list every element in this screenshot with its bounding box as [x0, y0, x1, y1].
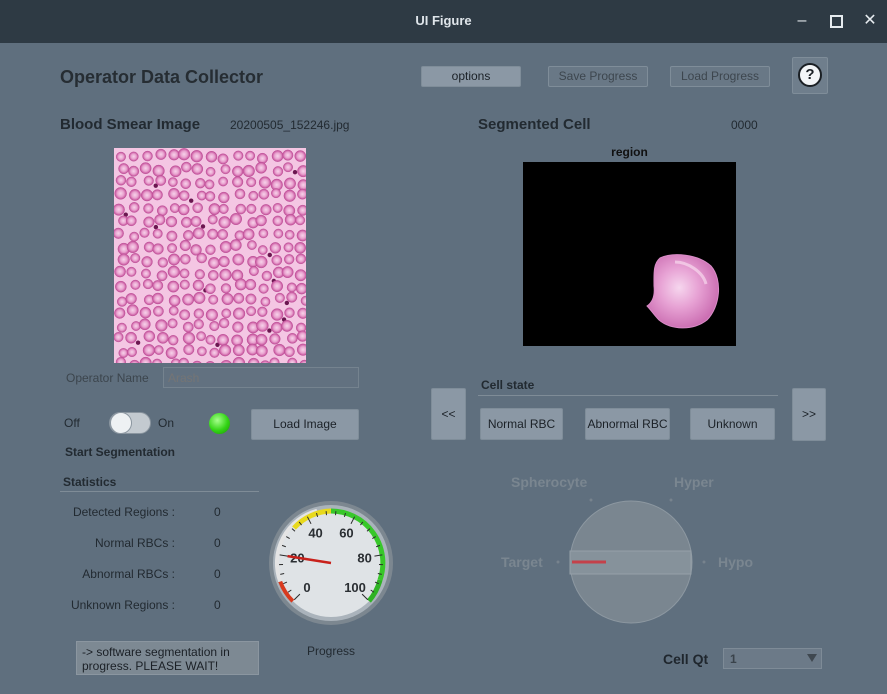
status-message: -> software segmentation in progress. PL… [76, 641, 259, 675]
image-filename: 20200505_152246.jpg [230, 118, 350, 132]
cell-qt-select[interactable]: 1 [723, 648, 822, 669]
start-segmentation-label: Start Segmentation [65, 445, 176, 459]
blood-smear-image [114, 148, 306, 363]
segmentation-toggle[interactable] [109, 412, 151, 434]
switch-on-label: On [158, 416, 175, 430]
segmented-cell-image [523, 162, 736, 346]
region-plot-title: region [611, 145, 648, 159]
stat-unknown-value: 0 [214, 598, 221, 612]
stat-abnormal-label: Abnormal RBCs : [82, 567, 175, 581]
gauge-tick-label-0: 0 [303, 580, 310, 595]
blood-smear-title: Blood Smear Image [60, 116, 201, 133]
progress-gauge: 0 20 40 60 80 100 [269, 501, 393, 625]
cell-type-knob[interactable] [548, 480, 714, 646]
app-title: Operator Data Collector [60, 67, 264, 87]
help-button[interactable]: ? [792, 57, 828, 94]
segmented-cell-title: Segmented Cell [478, 116, 591, 133]
knob-label-hypo[interactable]: Hypo [718, 554, 753, 570]
minimize-icon[interactable]: – [793, 12, 811, 30]
statistics-title: Statistics [63, 475, 117, 489]
operator-name-input[interactable] [163, 367, 359, 388]
gauge-tick-label-40: 40 [308, 526, 322, 541]
status-lamp [209, 413, 230, 434]
stat-normal-label: Normal RBCs : [94, 536, 175, 550]
gauge-tick-label-60: 60 [339, 526, 353, 541]
progress-label: Progress [307, 644, 356, 658]
question-circle-icon: ? [798, 63, 822, 87]
options-button[interactable]: options [421, 66, 521, 87]
unknown-button[interactable]: Unknown [690, 408, 775, 440]
gauge-tick-label-100: 100 [344, 580, 366, 595]
maximize-icon[interactable] [827, 12, 845, 30]
operator-name-label: Operator Name [66, 371, 149, 385]
close-icon[interactable]: ✕ [861, 12, 879, 30]
save-progress-button[interactable]: Save Progress [548, 66, 648, 87]
stat-normal-value: 0 [214, 536, 221, 550]
stat-detected-value: 0 [214, 505, 221, 519]
next-cell-button[interactable]: >> [792, 388, 826, 441]
cell-qt-label: Cell Qt [663, 651, 709, 667]
statistics-divider [60, 491, 259, 492]
previous-cell-button[interactable]: << [431, 388, 466, 440]
cell-state-title: Cell state [481, 378, 535, 392]
window-title: UI Figure [415, 13, 472, 28]
abnormal-rbc-button[interactable]: Abnormal RBC [585, 408, 670, 440]
load-progress-button[interactable]: Load Progress [670, 66, 770, 87]
cell-state-divider [478, 395, 778, 396]
normal-rbc-button[interactable]: Normal RBC [480, 408, 563, 440]
load-image-button[interactable]: Load Image [251, 409, 359, 440]
gauge-tick-label-80: 80 [357, 551, 371, 566]
stat-abnormal-value: 0 [214, 567, 221, 581]
stat-unknown-label: Unknown Regions : [70, 598, 175, 612]
knob-label-target[interactable]: Target [501, 554, 543, 570]
cell-qt-value: 1 [730, 652, 737, 666]
switch-off-label: Off [64, 416, 80, 430]
cell-id: 0000 [731, 118, 758, 132]
chevron-down-icon [807, 654, 817, 662]
stat-detected-label: Detected Regions : [72, 505, 175, 519]
